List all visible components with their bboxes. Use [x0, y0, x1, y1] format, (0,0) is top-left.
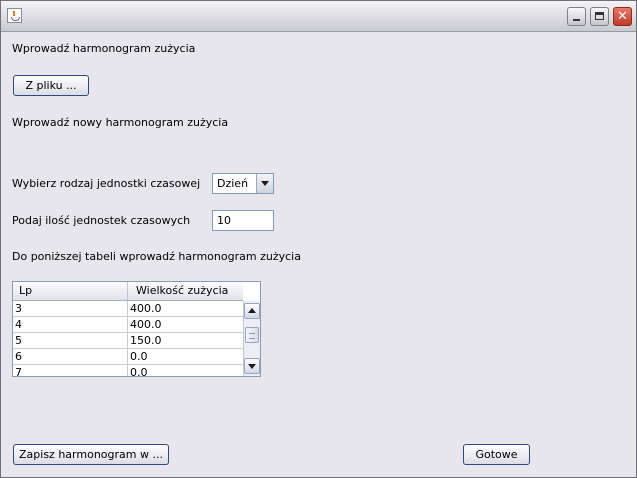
- title-bar[interactable]: ✕: [1, 1, 636, 32]
- unit-type-value: Dzień: [217, 177, 249, 190]
- schedule-table: Lp Wielkość zużycia 3 400.0 4 400.0 5 15…: [12, 281, 261, 377]
- table-cell-lp[interactable]: 4: [13, 317, 128, 332]
- minimize-icon: [573, 19, 580, 21]
- section2-heading: Wprowadź nowy harmonogram zużycia: [12, 116, 229, 129]
- table-row[interactable]: 4 400.0: [13, 317, 243, 333]
- table-cell-lp[interactable]: 7: [13, 365, 128, 376]
- unit-type-label: Wybierz rodzaj jednostki czasowej: [12, 177, 201, 190]
- java-cup-icon: [7, 8, 22, 23]
- maximize-icon: [595, 12, 604, 20]
- section1-heading: Wprowadź harmonogram zużycia: [12, 42, 196, 55]
- table-cell-lp[interactable]: 6: [13, 349, 128, 364]
- table-row[interactable]: 3 400.0: [13, 301, 243, 317]
- table-cell-usage[interactable]: 0.0: [128, 365, 243, 376]
- column-header-lp[interactable]: Lp: [13, 282, 128, 300]
- table-cell-lp[interactable]: 5: [13, 333, 128, 348]
- table-row[interactable]: 5 150.0: [13, 333, 243, 349]
- table-cell-usage[interactable]: 0.0: [128, 349, 243, 364]
- table-row[interactable]: 6 0.0: [13, 349, 243, 365]
- save-schedule-button[interactable]: Zapisz harmonogram w ...: [13, 444, 169, 465]
- table-cell-usage[interactable]: 400.0: [128, 301, 243, 316]
- app-window: ✕ Wprowadź harmonogram zużycia Z pliku .…: [0, 0, 637, 478]
- table-instruction: Do poniższej tabeli wprowadź harmonogram…: [12, 250, 301, 263]
- scroll-thumb[interactable]: [245, 327, 259, 343]
- table-cell-lp[interactable]: 3: [13, 301, 128, 316]
- unit-type-select[interactable]: Dzień: [212, 173, 274, 194]
- scroll-up-icon[interactable]: [244, 303, 260, 319]
- table-vertical-scrollbar[interactable]: [243, 301, 260, 376]
- unit-count-input[interactable]: [212, 210, 274, 231]
- close-icon: ✕: [617, 9, 628, 24]
- column-header-usage[interactable]: Wielkość zużycia: [128, 282, 243, 300]
- table-cell-usage[interactable]: 150.0: [128, 333, 243, 348]
- done-button[interactable]: Gotowe: [463, 444, 530, 465]
- chevron-down-icon[interactable]: [256, 174, 273, 193]
- table-body: 3 400.0 4 400.0 5 150.0 6 0.0 7 0.0: [13, 301, 243, 376]
- minimize-button[interactable]: [567, 7, 586, 26]
- table-row[interactable]: 7 0.0: [13, 365, 243, 376]
- from-file-button[interactable]: Z pliku ...: [13, 75, 89, 96]
- table-cell-usage[interactable]: 400.0: [128, 317, 243, 332]
- maximize-button[interactable]: [590, 7, 609, 26]
- close-button[interactable]: ✕: [613, 7, 632, 26]
- unit-count-label: Podaj ilość jednostek czasowych: [12, 214, 191, 227]
- scroll-down-icon[interactable]: [244, 358, 260, 374]
- table-header: Lp Wielkość zużycia: [13, 282, 243, 301]
